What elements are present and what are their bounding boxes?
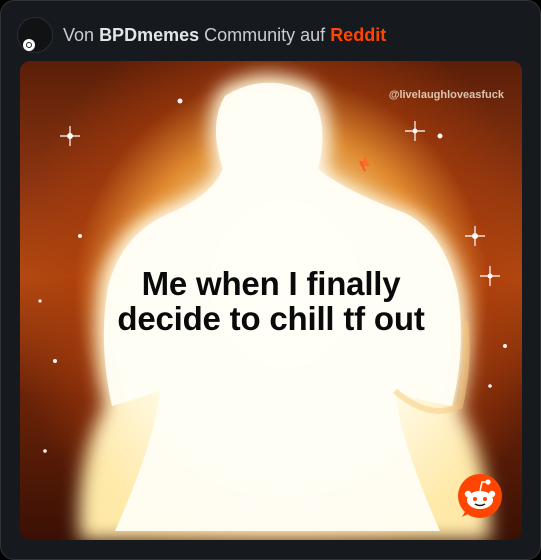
caption-line-2: decide to chill tf out <box>117 300 425 337</box>
attribution-prefix: Von <box>63 24 95 45</box>
community-avatar[interactable] <box>17 17 53 53</box>
meme-caption: Me when I finally decide to chill tf out <box>20 266 522 336</box>
caption-line-1: Me when I finally <box>141 265 401 302</box>
embed-header: Von BPDmemes Community auf Reddit <box>17 15 386 55</box>
meme-image[interactable]: @livelaughloveasfuck Me when I finally d… <box>20 61 522 540</box>
community-name[interactable]: BPDmemes <box>99 25 199 45</box>
reddit-link[interactable]: Reddit <box>330 25 386 45</box>
reddit-alien-icon <box>23 39 35 51</box>
reddit-snoo-icon[interactable] <box>457 473 503 519</box>
embed-card: Von BPDmemes Community auf Reddit @livel… <box>0 0 541 560</box>
attribution-text: Von BPDmemes Community auf Reddit <box>63 25 386 46</box>
attribution-middle: Community auf <box>204 24 326 45</box>
meme-watermark: @livelaughloveasfuck <box>388 89 504 101</box>
